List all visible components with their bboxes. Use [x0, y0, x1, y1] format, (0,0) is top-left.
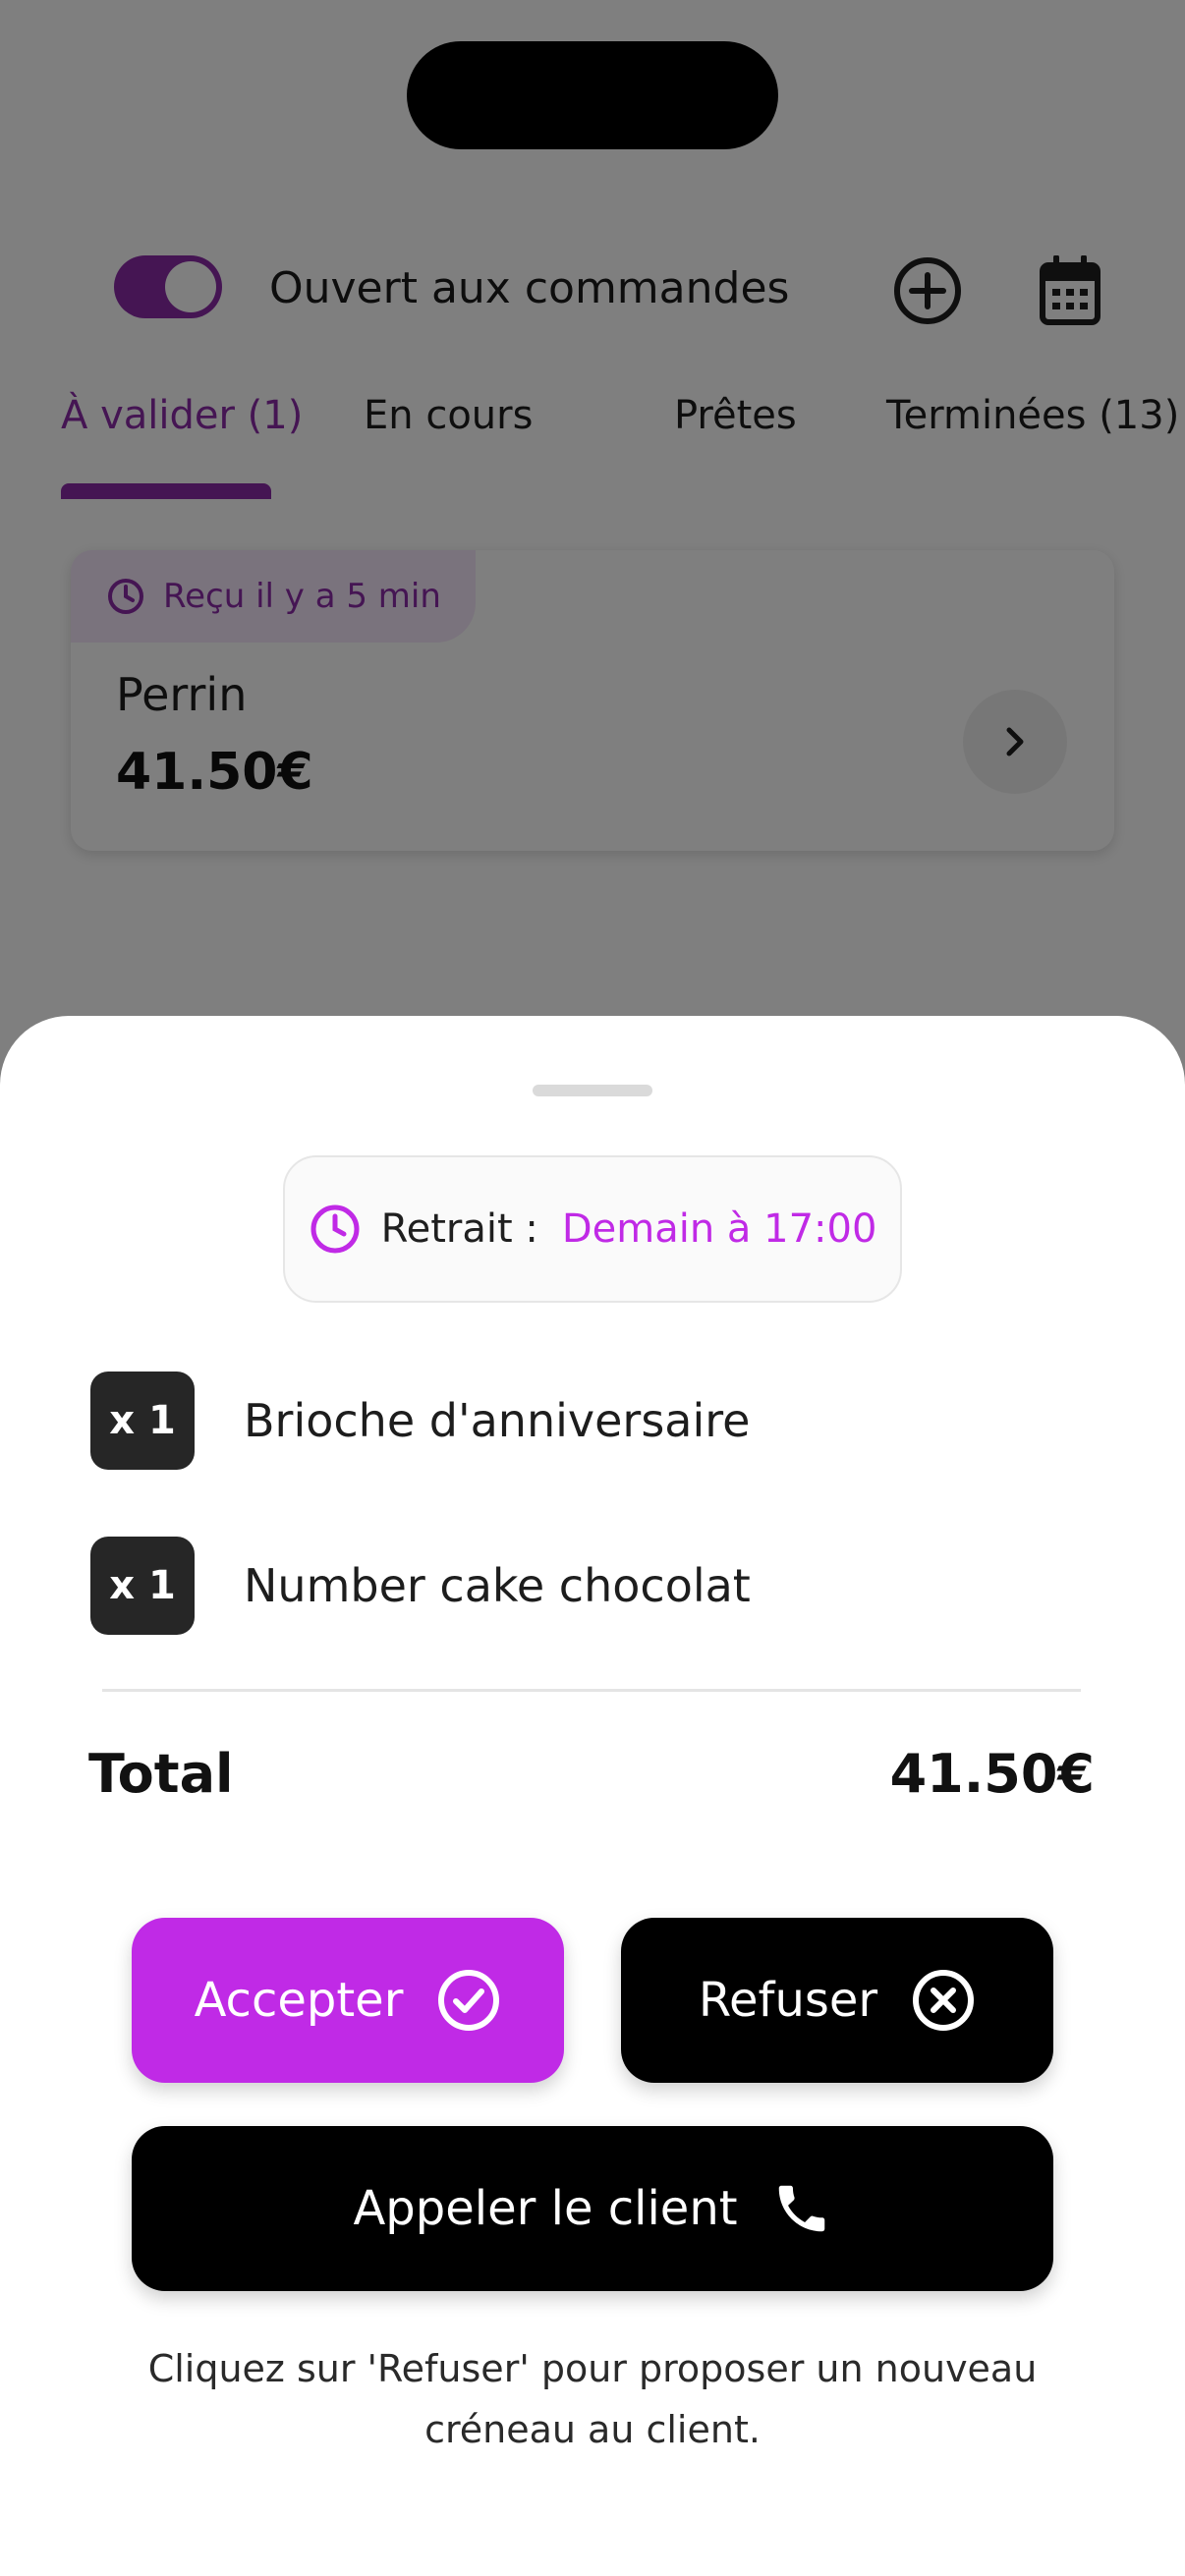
sheet-grabber[interactable]: [533, 1085, 652, 1096]
call-client-label: Appeler le client: [353, 2181, 738, 2236]
item-quantity: x 1: [90, 1537, 195, 1635]
order-detail-sheet: Retrait : Demain à 17:00 x 1 Brioche d'a…: [0, 1016, 1185, 2576]
total-value: 41.50€: [889, 1743, 1095, 1805]
item-quantity: x 1: [90, 1372, 195, 1470]
refuse-label: Refuser: [698, 1973, 878, 2028]
phone-icon: [778, 2185, 824, 2232]
pickup-time: Demain à 17:00: [561, 1206, 877, 1252]
item-name: Brioche d'anniversaire: [244, 1394, 751, 1447]
close-circle-icon: [913, 1970, 975, 2031]
pickup-label: Retrait :: [380, 1206, 538, 1252]
refuse-button[interactable]: Refuser: [621, 1918, 1053, 2083]
check-circle-icon: [438, 1970, 500, 2031]
divider: [102, 1689, 1081, 1692]
accept-label: Accepter: [194, 1973, 404, 2028]
pickup-info: Retrait : Demain à 17:00: [283, 1155, 902, 1303]
item-name: Number cake chocolat: [244, 1559, 751, 1612]
refuse-hint: Cliquez sur 'Refuser' pour proposer un n…: [147, 2347, 1038, 2451]
call-client-button[interactable]: Appeler le client: [132, 2126, 1053, 2291]
clock-icon: [310, 1204, 360, 1254]
total-label: Total: [88, 1743, 234, 1805]
list-item: x 1 Number cake chocolat: [90, 1537, 1093, 1635]
list-item: x 1 Brioche d'anniversaire: [90, 1372, 1093, 1470]
app-screen: Ouvert aux commandes À v: [0, 0, 1185, 2576]
accept-button[interactable]: Accepter: [132, 1918, 564, 2083]
